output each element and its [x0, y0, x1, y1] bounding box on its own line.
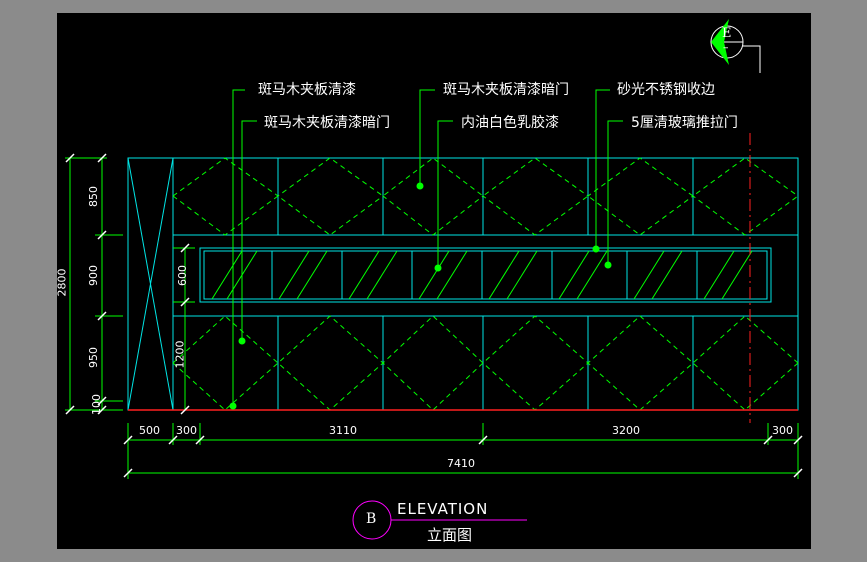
dim-1200: 1200	[173, 340, 187, 369]
dimension-lines-bottom	[127, 423, 799, 479]
title-marker-letter: B	[366, 511, 377, 527]
callout-label: 5厘清玻璃推拉门	[631, 115, 738, 131]
dim-850: 850	[87, 186, 100, 207]
dim-total-width: 7410	[447, 457, 475, 470]
callout-label: 砂光不锈钢收边	[617, 82, 715, 98]
panel-grid	[127, 157, 799, 411]
dim-300-left: 300	[176, 424, 197, 437]
drawing-subtitle: 立面图	[427, 526, 473, 544]
dim-900: 900	[87, 265, 100, 286]
dim-950: 950	[87, 347, 100, 368]
section-marker	[710, 19, 761, 73]
callout-label: 斑马木夹板清漆暗门	[264, 115, 390, 131]
dim-300-right: 300	[772, 424, 793, 437]
glass-door-frame	[199, 247, 772, 303]
callout-label: 斑马木夹板清漆暗门	[443, 82, 569, 98]
drawing-canvas: 斑马木夹板清漆 斑马木夹板清漆暗门 斑马木夹板清漆暗门 内油白色乳胶漆 砂光不锈…	[55, 13, 811, 549]
dim-total-height: 2800	[55, 268, 69, 297]
dim-3110: 3110	[329, 424, 357, 437]
drawing-title: ELEVATION	[397, 500, 489, 518]
dim-500: 500	[139, 424, 160, 437]
dim-3200: 3200	[612, 424, 640, 437]
callout-label: 斑马木夹板清漆	[258, 82, 356, 98]
section-marker-sub: –	[723, 41, 729, 54]
dim-100: 100	[90, 394, 103, 415]
dim-600: 600	[176, 265, 189, 286]
section-marker-letter: E	[722, 26, 732, 41]
callout-label: 内油白色乳胶漆	[461, 115, 559, 131]
diamond-pattern	[172, 157, 799, 411]
